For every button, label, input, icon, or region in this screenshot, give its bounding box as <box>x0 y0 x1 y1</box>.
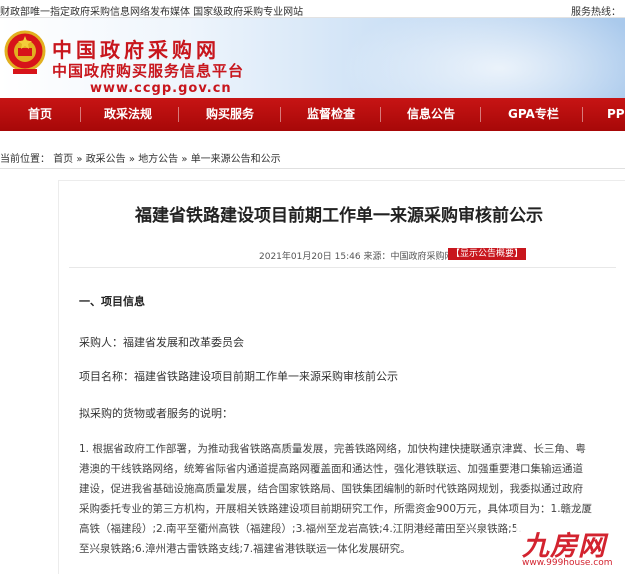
publish-info: 2021年01月20日 15:46 来源：中国政府采购网 <box>259 252 454 262</box>
description-line: 建设，促进我省基础设施高质量发展，结合国家铁路局、国铁集团编制的新时代铁路网规划… <box>79 483 583 495</box>
breadcrumb-procurement-notices[interactable]: 政采公告 <box>86 154 126 165</box>
nav-item-gpa[interactable]: GPA专栏 <box>508 98 559 131</box>
nav-item-purchase-services[interactable]: 购买服务 <box>206 98 254 131</box>
main-nav: 首页 政采法规 购买服务 监督检查 信息公告 GPA专栏 PP <box>0 98 625 131</box>
article-title: 福建省铁路建设项目前期工作单一来源采购审核前公示 <box>135 206 543 226</box>
purchaser-text: 采购人：福建省发展和改革委员会 <box>79 336 244 349</box>
nav-divider <box>280 107 281 122</box>
nav-item-supervision[interactable]: 监督检查 <box>307 98 355 131</box>
site-banner: 中国政府采购网 中国政府购买服务信息平台 www.ccgp.gov.cn <box>0 18 625 98</box>
nav-divider <box>380 107 381 122</box>
breadcrumb-separator: » <box>76 154 83 165</box>
breadcrumb-prefix: 当前位置： <box>0 154 50 165</box>
site-url: www.ccgp.gov.cn <box>90 81 232 96</box>
nav-item-ppp[interactable]: PP <box>607 98 625 131</box>
top-bar: 财政部唯一指定政府采购信息网络发布媒体 国家级政府采购专业网站 服务热线： <box>0 0 625 18</box>
site-name: 中国政府采购网 <box>52 38 220 62</box>
watermark: 九房网 www.999house.com <box>516 524 623 572</box>
nav-item-home[interactable]: 首页 <box>28 98 52 131</box>
goods-description-label: 拟采购的货物或者服务的说明： <box>79 407 233 420</box>
site-subtitle: 中国政府购买服务信息平台 <box>52 62 245 80</box>
project-name-text: 项目名称：福建省铁路建设项目前期工作单一来源采购审核前公示 <box>79 370 398 383</box>
watermark-url: www.999house.com <box>522 558 613 568</box>
description-line: 1. 根据省政府工作部署，为推动我省铁路高质量发展，完善铁路网络，加快构建快捷联… <box>79 443 586 455</box>
nav-divider <box>80 107 81 122</box>
breadcrumb-divider <box>0 168 625 169</box>
description-line: 港澳的干线铁路网络，统筹省际省内通道提高路网覆盖面和通达性，强化港铁联运、加强重… <box>79 463 583 475</box>
nav-divider <box>582 107 583 122</box>
breadcrumb-separator: » <box>181 154 188 165</box>
national-emblem-icon <box>4 30 46 74</box>
top-bar-tagline: 财政部唯一指定政府采购信息网络发布媒体 国家级政府采购专业网站 <box>0 7 304 18</box>
article-panel: 福建省铁路建设项目前期工作单一来源采购审核前公示 2021年01月20日 15:… <box>58 180 625 574</box>
nav-divider <box>178 107 179 122</box>
breadcrumb-home[interactable]: 首页 <box>53 154 73 165</box>
breadcrumb-single-source[interactable]: 单一来源公告和公示 <box>191 154 281 165</box>
nav-item-regulations[interactable]: 政采法规 <box>104 98 152 131</box>
nav-divider <box>480 107 481 122</box>
breadcrumb: 当前位置： 首页 » 政采公告 » 地方公告 » 单一来源公告和公示 <box>0 150 281 165</box>
breadcrumb-separator: » <box>128 154 135 165</box>
show-summary-button[interactable]: 【显示公告概要】 <box>448 248 527 260</box>
service-hotline: 服务热线： <box>571 7 621 18</box>
description-line: 采购委托专业的第三方机构，开展相关铁路建设项目前期研究工作，所需资金900万元，… <box>79 503 593 515</box>
breadcrumb-local-notices[interactable]: 地方公告 <box>138 154 178 165</box>
banner-highlight <box>340 18 625 98</box>
meta-divider <box>69 267 616 268</box>
nav-item-announcements[interactable]: 信息公告 <box>407 98 455 131</box>
section-heading: 一、项目信息 <box>79 295 145 308</box>
